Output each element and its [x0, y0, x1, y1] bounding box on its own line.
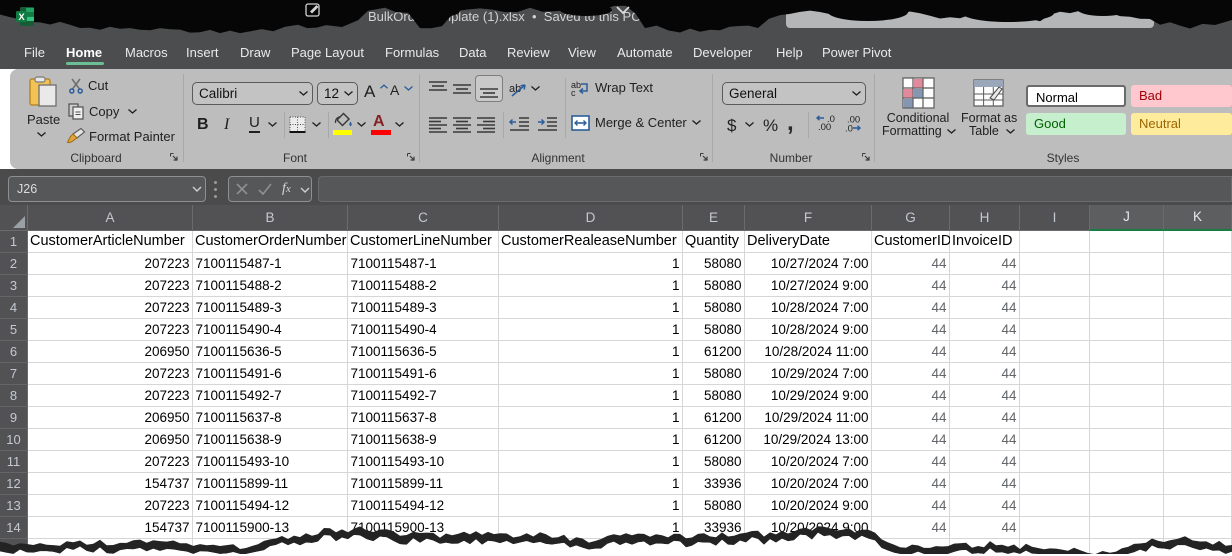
- svg-text:X: X: [18, 12, 25, 23]
